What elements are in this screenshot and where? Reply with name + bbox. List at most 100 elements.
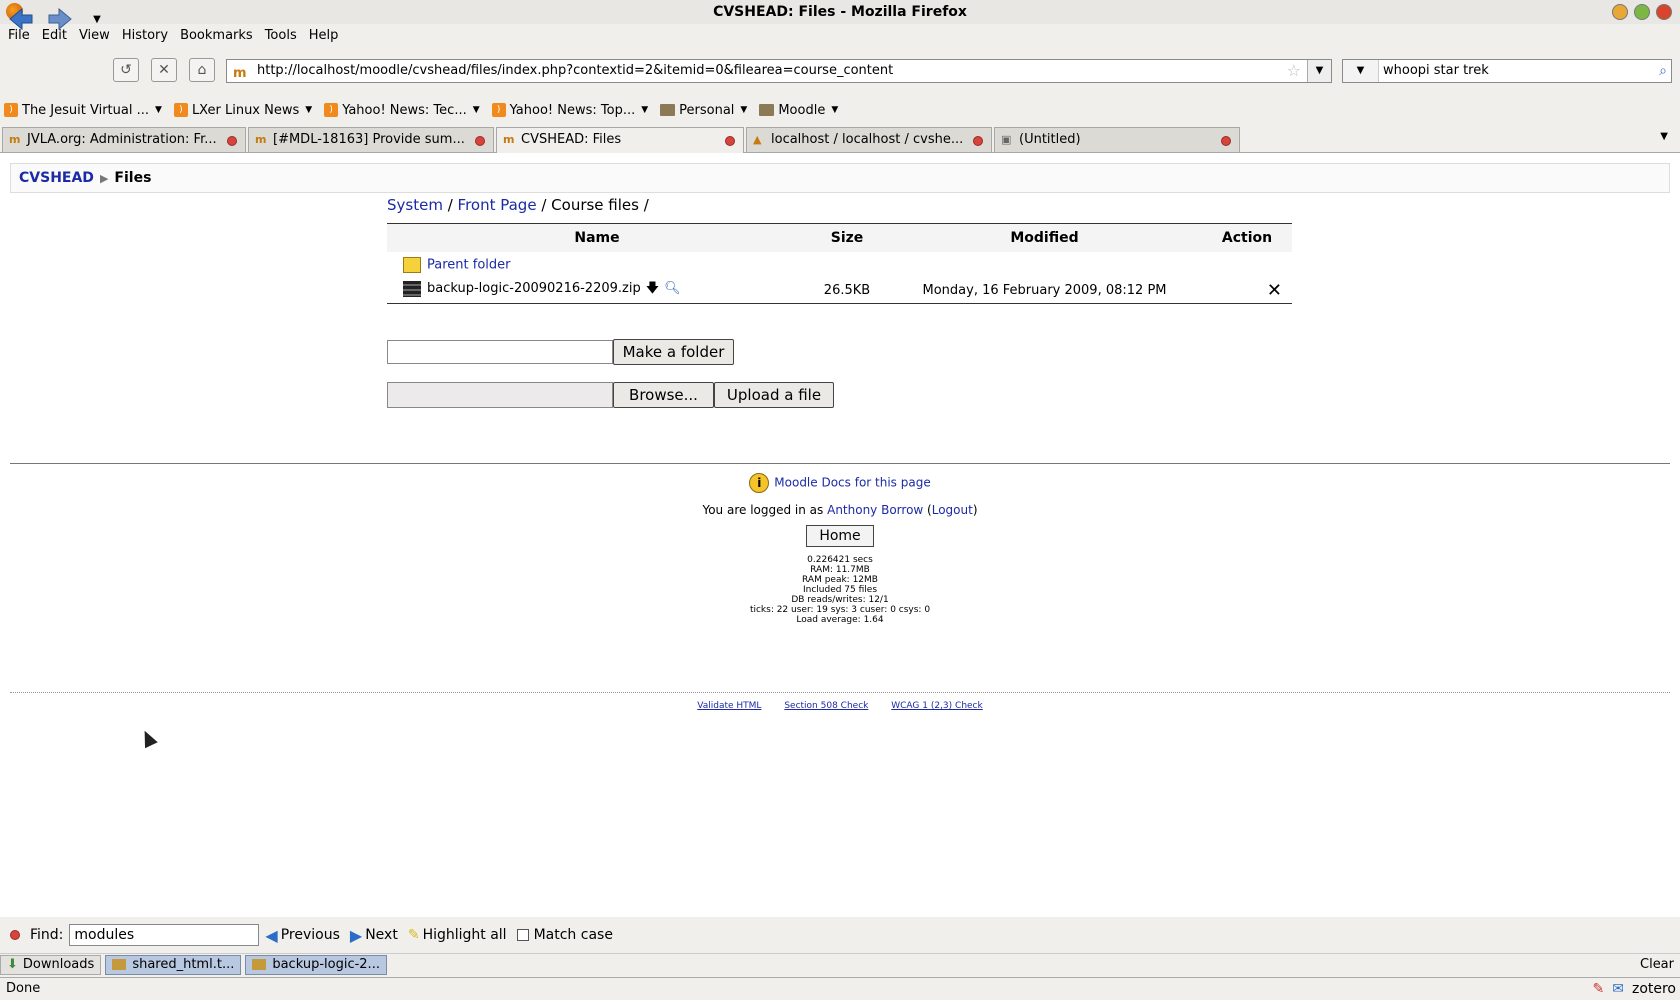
menu-bookmarks[interactable]: Bookmarks [174, 28, 259, 43]
stop-icon: ✕ [158, 62, 170, 78]
url-dropdown-button[interactable]: ▼ [1307, 60, 1331, 82]
forward-arrow-icon [48, 7, 72, 31]
tab-label: [#MDL-18163] Provide sum... [273, 132, 465, 147]
find-input[interactable]: modules [69, 924, 260, 946]
match-case-checkbox[interactable]: Match case [516, 927, 613, 943]
bookmark-jesuit[interactable]: ) The Jesuit Virtual ... ▼ [4, 103, 162, 118]
path-system-link[interactable]: System [387, 196, 443, 214]
history-dropdown-button[interactable]: ▼ [84, 6, 110, 32]
close-window-button[interactable] [1656, 4, 1672, 20]
breadcrumb-cvshead-link[interactable]: CVSHEAD [19, 170, 94, 186]
menu-history[interactable]: History [116, 28, 174, 43]
page-content: CVSHEAD ▶ Files System / Front Page / Cour… [0, 153, 1680, 917]
tab-cvshead-files[interactable]: m CVSHEAD: Files [496, 127, 744, 153]
bookmark-label: Yahoo! News: Tec... [342, 102, 467, 118]
url-bar[interactable]: m http://localhost/moodle/cvshead/files/… [226, 59, 1332, 83]
bookmark-personal[interactable]: Personal ▼ [660, 103, 747, 118]
zotero-label: zotero [1631, 981, 1676, 997]
download-item[interactable]: shared_html.t... [105, 954, 242, 975]
bookmark-yahoo-top[interactable]: ) Yahoo! News: Top... ▼ [491, 103, 649, 118]
table-row: backup-logic-20090216-2209.zip 🡇 🔍︎ 26.5KB… [387, 278, 1292, 304]
home-button[interactable]: ⌂ [189, 58, 215, 82]
perf-line: 0.226421 secs [807, 555, 873, 565]
section-508-link[interactable]: Section 508 Check [784, 701, 868, 711]
window-titlebar: CVSHEAD: Files - Mozilla Firefox [0, 0, 1680, 24]
path-front-page-link[interactable]: Front Page [458, 196, 537, 214]
moodle-docs-link[interactable]: Moodle Docs for this page [774, 476, 930, 490]
forward-button[interactable] [47, 6, 73, 32]
perf-line: DB reads/writes: 12/1 [791, 595, 889, 605]
tab-untitled[interactable]: ▣ (Untitled) [994, 127, 1240, 152]
archive-icon [112, 959, 127, 970]
zip-file-icon [403, 280, 421, 297]
close-tab-icon[interactable] [227, 136, 237, 146]
stop-button[interactable]: ✕ [151, 58, 177, 82]
bookmark-yahoo-tech[interactable]: ) Yahoo! News: Tec... ▼ [324, 102, 480, 118]
tab-label: JVLA.org: Administration: Fr... [27, 132, 217, 147]
close-tab-icon[interactable] [1221, 136, 1231, 146]
close-tab-icon[interactable] [973, 136, 983, 146]
close-tab-icon[interactable] [725, 136, 735, 146]
delete-icon[interactable]: ✕ [1202, 278, 1292, 304]
perf-line: Load average: 1.64 [796, 615, 884, 625]
validator-links: Validate HTML Section 508 Check WCAG 1 (… [0, 701, 1680, 711]
minimize-button[interactable] [1612, 4, 1628, 20]
upload-file-button[interactable]: Upload a file [714, 382, 834, 408]
perf-line: Included 75 files [802, 585, 878, 595]
zotero-button[interactable]: ✎ ✉ zotero [1593, 978, 1677, 1000]
search-engine-dropdown[interactable]: ▼ [1343, 60, 1379, 82]
chevron-down-icon: ▼ [305, 105, 313, 115]
tab-phpmyadmin[interactable]: ▲ localhost / localhost / cvshe... [746, 127, 992, 152]
bookmark-label: The Jesuit Virtual ... [22, 102, 150, 118]
download-item[interactable]: backup-logic-2... [245, 954, 387, 975]
moodle-site-icon: m [233, 66, 247, 81]
bookmark-label: Moodle [778, 102, 826, 118]
highlight-all-button[interactable]: ✎ Highlight all [408, 927, 507, 943]
tab-jvla[interactable]: m JVLA.org: Administration: Fr... [2, 127, 246, 152]
highlighter-icon: ✎ [407, 927, 420, 943]
chevron-down-icon: ▼ [641, 105, 649, 115]
chevron-down-icon: ▼ [831, 105, 839, 115]
clear-downloads-button[interactable]: Clear [1640, 957, 1674, 972]
close-findbar-icon[interactable] [10, 930, 20, 940]
divider [10, 463, 1670, 464]
bookmark-moodle[interactable]: Moodle ▼ [759, 103, 838, 118]
menu-help[interactable]: Help [303, 28, 345, 43]
find-next-button[interactable]: ▶ Next [350, 926, 398, 945]
page-tab-icon: ▣ [1001, 133, 1012, 146]
upload-file-input[interactable] [387, 382, 613, 408]
browse-button[interactable]: Browse... [613, 382, 714, 408]
tab-mdl-18163[interactable]: m [#MDL-18163] Provide sum... [248, 127, 494, 152]
performance-info: 0.226421 secs RAM: 11.7MB RAM peak: 12MB… [0, 555, 1680, 625]
validate-html-link[interactable]: Validate HTML [697, 701, 761, 711]
logout-link[interactable]: Logout [932, 503, 973, 517]
menu-bar: File Edit View History Bookmarks Tools H… [0, 24, 1680, 46]
file-name[interactable]: backup-logic-20090216-2209.zip [427, 281, 641, 296]
perf-line: RAM: 11.7MB [810, 565, 870, 575]
make-folder-button[interactable]: Make a folder [613, 339, 734, 365]
maximize-button[interactable] [1634, 4, 1650, 20]
new-folder-name-input[interactable] [387, 340, 613, 364]
match-case-label: Match case [533, 927, 613, 943]
download-icon[interactable]: 🡇 [646, 279, 659, 301]
home-page-button[interactable]: Home [806, 525, 874, 547]
bookmark-lxer[interactable]: ) LXer Linux News ▼ [173, 103, 313, 118]
close-tab-icon[interactable] [475, 136, 485, 146]
wcag-check-link[interactable]: WCAG 1 (2,3) Check [891, 701, 983, 711]
bookmark-star-icon[interactable]: ☆ [1287, 60, 1301, 82]
tab-label: CVSHEAD: Files [521, 132, 622, 147]
search-icon[interactable]: ⌕ [1659, 60, 1667, 82]
parent-folder-link[interactable]: Parent folder [427, 257, 510, 272]
tab-list-button[interactable]: ▼ [1660, 131, 1668, 142]
find-previous-button[interactable]: ◀ Previous [265, 926, 339, 945]
reload-button[interactable]: ↺ [113, 58, 139, 82]
download-item-label: shared_html.t... [132, 957, 235, 972]
user-link[interactable]: Anthony Borrow [827, 503, 923, 517]
arrow-left-icon: ◀ [265, 925, 278, 945]
perf-line: ticks: 22 user: 19 sys: 3 cuser: 0 csys:… [749, 605, 931, 615]
back-button[interactable] [8, 6, 34, 32]
search-bar[interactable]: ▼ whoopi star trek ⌕ [1342, 59, 1672, 83]
menu-tools[interactable]: Tools [259, 28, 303, 43]
downloads-button[interactable]: ⬇ Downloads [0, 954, 102, 975]
zoom-icon[interactable]: 🔍︎ [664, 281, 681, 296]
